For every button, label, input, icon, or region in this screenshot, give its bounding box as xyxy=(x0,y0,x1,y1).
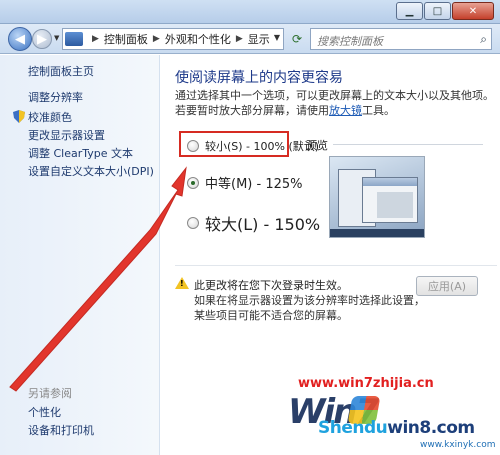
watermark-site-2: Shenduwin8.com xyxy=(318,418,475,438)
preview-image xyxy=(329,156,425,238)
address-dropdown-icon[interactable]: ▼ xyxy=(274,33,280,42)
radio-medium[interactable] xyxy=(187,176,199,189)
breadcrumb-display[interactable]: 显示 xyxy=(248,31,270,47)
left-navigation-pane: 控制面板主页 调整分辨率 校准颜色 更改显示器设置 调整 ClearType 文… xyxy=(0,55,160,455)
intro-text: 通过选择其中一个选项，可以更改屏幕上的文本大小以及其他项。若要暂时放大部分屏幕，… xyxy=(175,88,497,118)
option-smaller[interactable]: 较小(S) - 100% (默认) xyxy=(187,138,319,154)
option-larger-label: 较大(L) - 150% xyxy=(205,215,321,234)
sidebar-item-calibrate-color[interactable]: 校准颜色 xyxy=(28,109,72,125)
breadcrumb-separator-icon[interactable]: ▶ xyxy=(236,34,243,44)
arrow-right-icon: ▶ xyxy=(37,31,47,47)
history-dropdown-icon[interactable]: ▼ xyxy=(54,34,59,42)
minimize-button[interactable]: ▁ xyxy=(396,2,423,20)
maximize-button[interactable]: □ xyxy=(424,2,451,20)
refresh-icon: ⟳ xyxy=(291,32,303,46)
radio-larger[interactable] xyxy=(187,217,199,229)
option-medium[interactable]: 中等(M) - 125% xyxy=(187,173,302,192)
sidebar-item-adjust-resolution[interactable]: 调整分辨率 xyxy=(28,89,83,105)
preview-taskbar xyxy=(330,229,424,237)
arrow-left-icon: ◀ xyxy=(15,31,25,47)
magnifier-link[interactable]: 放大镜 xyxy=(329,104,362,117)
window-controls: ▁ □ ✕ xyxy=(396,2,494,20)
sidebar-home-link[interactable]: 控制面板主页 xyxy=(28,63,94,79)
shield-icon xyxy=(13,110,25,123)
search-icon[interactable]: ⌕ xyxy=(480,32,487,47)
warning-divider xyxy=(175,265,497,266)
warning-detail: 如果在将显示器设置为该分辨率时选择此设置，某些项目可能不适合您的屏幕。 xyxy=(194,294,425,322)
warning-title: 此更改将在您下次登录时生效。 xyxy=(194,279,348,292)
close-button[interactable]: ✕ xyxy=(452,2,494,20)
intro-suffix: 工具。 xyxy=(362,104,395,117)
navigation-bar: ◀ ▶ ▼ ▶ 控制面板 ▶ 外观和个性化 ▶ 显示 ▼ ⟳ 搜索控制面板 ⌕ xyxy=(0,24,500,54)
breadcrumb-control-panel[interactable]: 控制面板 xyxy=(104,31,148,47)
watermark-site-2a: Shendu xyxy=(318,418,388,438)
sidebar-item-custom-dpi[interactable]: 设置自定义文本大小(DPI) xyxy=(28,163,154,179)
warning-icon: ! xyxy=(175,277,189,289)
control-panel-icon xyxy=(65,32,83,46)
see-also-personalization[interactable]: 个性化 xyxy=(28,404,61,420)
apply-button[interactable]: 应用(A) xyxy=(416,276,478,296)
preview-label: 预览 xyxy=(306,139,328,152)
see-also-heading: 另请参阅 xyxy=(28,387,72,400)
page-title: 使阅读屏幕上的内容更容易 xyxy=(175,70,343,86)
watermark-site-1: www.win7zhijia.cn xyxy=(298,376,434,391)
search-input[interactable]: 搜索控制面板 ⌕ xyxy=(310,28,492,50)
radio-smaller[interactable] xyxy=(187,140,199,152)
breadcrumb-appearance[interactable]: 外观和个性化 xyxy=(165,31,231,47)
back-button[interactable]: ◀ xyxy=(8,27,32,51)
refresh-button[interactable]: ⟳ xyxy=(288,31,306,47)
preview-divider xyxy=(333,144,483,145)
preview-window-front xyxy=(362,177,418,223)
address-field[interactable]: ▶ 控制面板 ▶ 外观和个性化 ▶ 显示 ▼ xyxy=(62,28,284,50)
watermark-site-2b: win8.com xyxy=(387,418,475,438)
breadcrumb-separator-icon[interactable]: ▶ xyxy=(92,34,99,44)
sidebar-item-change-display-settings[interactable]: 更改显示器设置 xyxy=(28,127,105,143)
sidebar-item-cleartype[interactable]: 调整 ClearType 文本 xyxy=(28,145,133,161)
window-titlebar: ▁ □ ✕ xyxy=(0,0,500,24)
forward-button[interactable]: ▶ xyxy=(32,29,52,49)
option-larger[interactable]: 较大(L) - 150% xyxy=(187,211,320,235)
see-also-devices-printers[interactable]: 设备和打印机 xyxy=(28,422,94,438)
option-medium-label: 中等(M) - 125% xyxy=(205,177,303,192)
breadcrumb-separator-icon[interactable]: ▶ xyxy=(153,34,160,44)
watermark-site-3: www.kxinyk.com xyxy=(420,440,496,450)
search-placeholder: 搜索控制面板 xyxy=(317,35,383,48)
option-smaller-label: 较小(S) - 100% (默认) xyxy=(205,140,320,153)
